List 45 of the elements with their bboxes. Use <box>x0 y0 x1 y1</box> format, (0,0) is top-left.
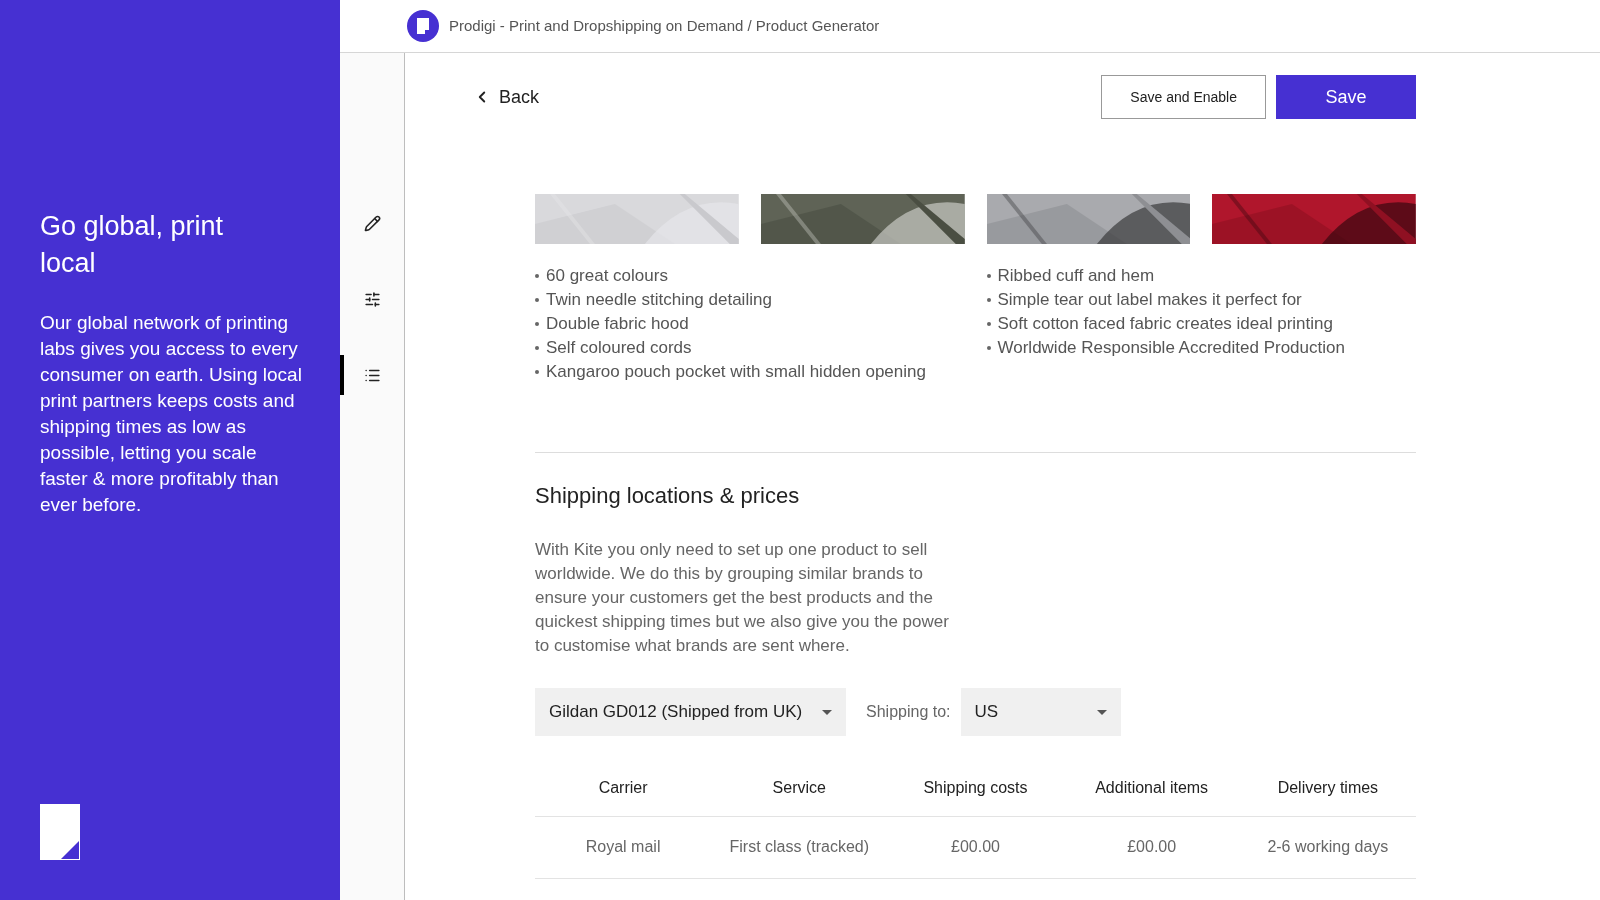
table-cell: £00.00 <box>887 816 1064 878</box>
feature-text: Self coloured cords <box>546 338 692 358</box>
section-text: With Kite you only need to set up one product to sell worldwide. We do this by grouping similar brands to ensure your customers get the best products and the quickest shipping times but we also give you the power to customise what brands are sent where. <box>535 539 950 657</box>
feature-text: Soft cotton faced fabric creates ideal printing <box>997 314 1333 334</box>
shipping-to-label: Shipping to: <box>866 702 951 722</box>
logo-icon <box>40 804 80 860</box>
country-dropdown[interactable]: US <box>960 688 1121 736</box>
bullet-icon <box>986 274 991 278</box>
caret-icon <box>1096 709 1107 715</box>
sliders-icon <box>363 290 381 308</box>
feature-text: Kangaroo pouch pocket with small hidden opening <box>546 362 926 382</box>
column-header: Service <box>711 760 888 816</box>
table-cell: 2-6 working days <box>1239 816 1416 878</box>
feature-text: 60 great colours <box>546 266 668 286</box>
feature-text: Double fabric hood <box>546 314 689 334</box>
save-and-enable-button[interactable]: Save and Enable <box>1101 75 1266 119</box>
section-title: Shipping locations & prices <box>535 482 801 510</box>
table-cell: First class (tracked) <box>711 816 888 878</box>
bullet-icon <box>535 346 539 350</box>
feature-text: Simple tear out label makes it perfect for <box>997 290 1302 310</box>
brand-dropdown[interactable]: Gildan GD012 (Shipped from UK) <box>535 688 846 736</box>
bullet-icon <box>535 322 539 326</box>
bullet-icon <box>535 274 539 278</box>
bullet-icon <box>535 298 539 302</box>
table-cell: £00.00 <box>1063 816 1240 878</box>
bullet-icon <box>986 298 991 302</box>
feature-text: Worldwide Responsible Accredited Production <box>997 338 1345 358</box>
table-cell: Royal mail <box>535 816 712 878</box>
promo-title: Go global, print local <box>40 210 225 280</box>
save-button[interactable]: Save <box>1276 75 1416 119</box>
bullet-icon <box>535 370 539 374</box>
column-header: Carrier <box>535 760 712 816</box>
column-header: Shipping costs <box>887 760 1064 816</box>
page-title: Prodigi - Print and Dropshipping on Demand / Product Generator <box>449 15 880 36</box>
column-header: Additional items <box>1063 760 1240 816</box>
pencil-icon <box>363 214 381 232</box>
feature-text: Twin needle stitching detailing <box>546 290 772 310</box>
bullet-icon <box>986 322 991 326</box>
caret-icon <box>822 709 832 715</box>
bullet-icon <box>986 346 991 350</box>
logo-icon <box>407 10 439 42</box>
feature-text: Ribbed cuff and hem <box>997 266 1155 286</box>
column-header: Delivery times <box>1239 760 1416 816</box>
promo-text: Our global network of printing labs gives you access to every consumer on earth. Using local print partners keeps costs and shipping times as low as possible, letting you scale faster & more profitably than ever before. <box>40 311 302 517</box>
back-link[interactable]: Back <box>473 83 540 111</box>
